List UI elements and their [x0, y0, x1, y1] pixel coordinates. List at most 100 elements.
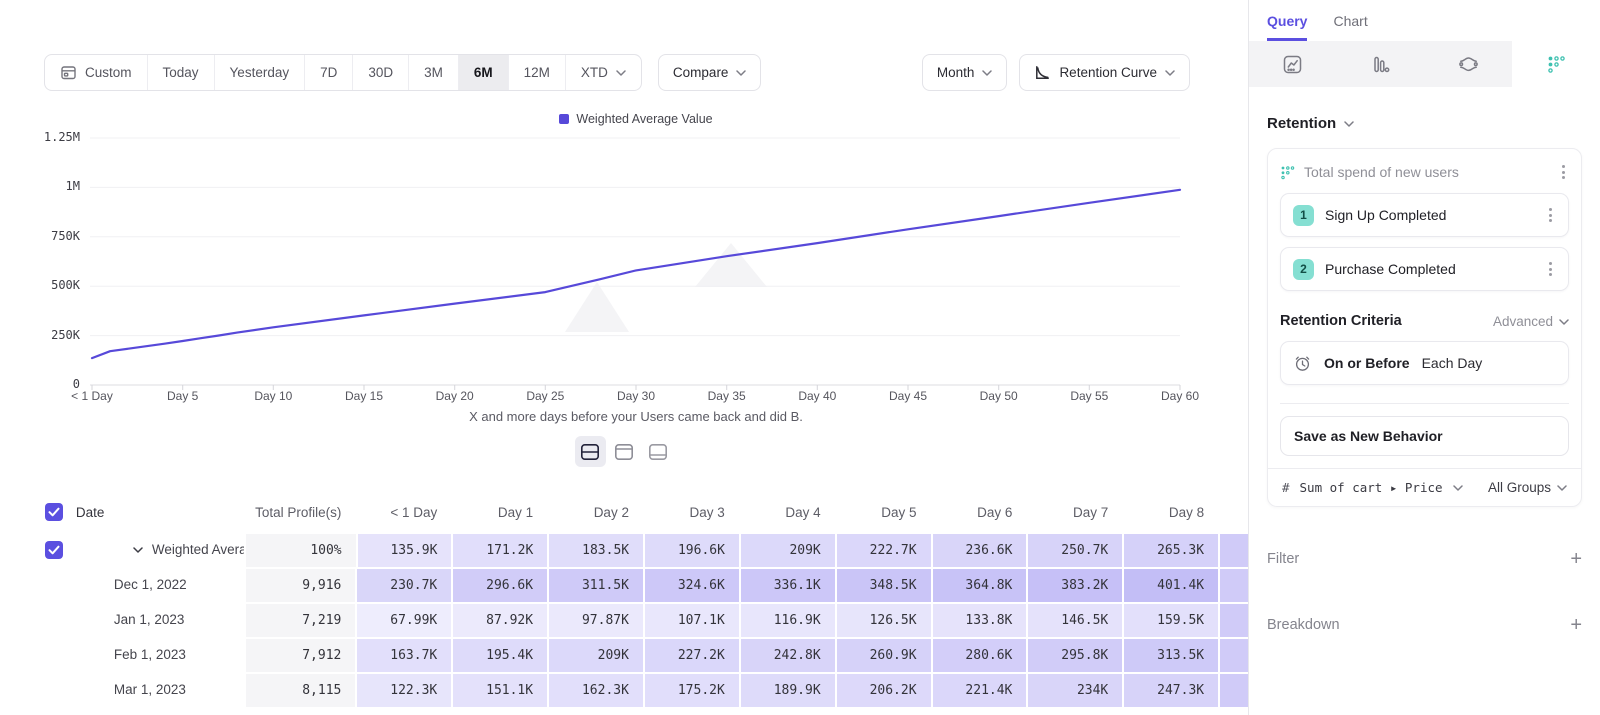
value-cell: 97.87K — [547, 602, 643, 637]
toggle-split-view[interactable] — [575, 436, 606, 467]
range-yesterday[interactable]: Yesterday — [215, 55, 306, 90]
value-cell: 162.3K — [547, 672, 643, 707]
range-30d[interactable]: 30D — [353, 55, 409, 90]
value-cell: 67.99K — [355, 602, 451, 637]
step-number-badge: 2 — [1293, 259, 1314, 280]
behavior-step-row[interactable]: 1Sign Up Completed — [1280, 193, 1569, 237]
profiles-cell: 7,912 — [244, 637, 356, 672]
range-label: 6M — [474, 65, 493, 80]
row-date-cell: Mar 1, 2023 — [76, 672, 244, 707]
value-cell: 242.8K — [739, 637, 835, 672]
range-today[interactable]: Today — [148, 55, 215, 90]
retention-section-dropdown[interactable]: Retention — [1267, 115, 1582, 132]
range-6m[interactable]: 6M — [459, 55, 509, 90]
report-type-strip — [1249, 41, 1600, 87]
value-cell: 195.4K — [451, 637, 547, 672]
column-header-day-2: Day 2 — [547, 492, 643, 532]
y-axis-label: 1.25M — [22, 130, 80, 144]
value-cell: 171.2K — [451, 532, 547, 567]
y-axis-label: 500K — [22, 278, 80, 292]
chevron-down-icon — [1557, 485, 1567, 491]
range-label: Yesterday — [230, 65, 290, 80]
granularity-button[interactable]: Month — [922, 54, 1008, 91]
report-type-insights-icon[interactable] — [1249, 41, 1337, 87]
value-cell: 122.3K — [355, 672, 451, 707]
report-type-retention-icon[interactable] — [1512, 41, 1600, 87]
select-all-checkbox[interactable] — [45, 503, 63, 521]
x-axis-label: < 1 Day — [71, 389, 113, 403]
value-cell: 265.3K — [1122, 532, 1218, 567]
column-header-day-3: Day 3 — [643, 492, 739, 532]
results-table: DateTotal Profile(s)< 1 DayDay 1Day 2Day… — [0, 492, 1248, 707]
row-date-cell: Weighted Average ... — [76, 532, 244, 567]
row-label: Jan 1, 2023 — [114, 612, 185, 627]
chevron-down-icon — [1165, 70, 1175, 76]
row-expander-icon[interactable] — [133, 547, 143, 553]
table-header-row: DateTotal Profile(s)< 1 DayDay 1Day 2Day… — [0, 492, 1248, 532]
behavior-steps: 1Sign Up Completed 2Purchase Completed — [1280, 193, 1569, 291]
toggle-table-only-view[interactable] — [643, 436, 674, 467]
property-selector[interactable]: Sum of cart ▸ Price — [1300, 480, 1443, 495]
range-label: Custom — [85, 65, 132, 80]
kebab-menu-icon[interactable] — [1558, 161, 1569, 183]
x-axis-label: Day 5 — [167, 389, 198, 403]
profiles-cell: 7,219 — [244, 602, 356, 637]
tab-chart[interactable]: Chart — [1333, 13, 1367, 41]
range-custom[interactable]: Custom — [45, 55, 148, 90]
add-filter-button[interactable]: + — [1570, 549, 1582, 569]
column-header-day-7: Day 7 — [1026, 492, 1122, 532]
behavior-step-row[interactable]: 2Purchase Completed — [1280, 247, 1569, 291]
number-property-icon: # — [1282, 480, 1290, 495]
chevron-down-icon — [736, 70, 746, 76]
range-7d[interactable]: 7D — [305, 55, 353, 90]
value-cell: 196.6K — [643, 532, 739, 567]
overflow-cell — [1218, 567, 1248, 602]
value-cell: 163.7K — [355, 637, 451, 672]
clock-icon — [1293, 354, 1312, 373]
value-cell: 126.5K — [835, 602, 931, 637]
range-12m[interactable]: 12M — [509, 55, 566, 90]
date-range-group: Custom Today Yesterday 7D 30D 3M 6M 12MXTD — [44, 54, 642, 91]
section-title: Retention — [1267, 115, 1336, 132]
value-cell: 209K — [547, 637, 643, 672]
value-cell: 222.7K — [835, 532, 931, 567]
range-3m[interactable]: 3M — [409, 55, 459, 90]
row-date-cell: Dec 1, 2022 — [76, 567, 244, 602]
divider — [1280, 403, 1569, 404]
value-cell: 336.1K — [739, 567, 835, 602]
chart-type-button[interactable]: Retention Curve — [1019, 54, 1190, 91]
value-cell: 295.8K — [1026, 637, 1122, 672]
report-type-flows-icon[interactable] — [1425, 41, 1513, 87]
range-label: 7D — [320, 65, 337, 80]
criteria-value: Each Day — [1422, 355, 1483, 371]
step-number-badge: 1 — [1293, 205, 1314, 226]
group-label: All Groups — [1488, 480, 1551, 495]
value-cell: 401.4K — [1122, 567, 1218, 602]
profiles-cell: 9,916 — [244, 567, 356, 602]
range-label: 30D — [368, 65, 393, 80]
value-cell: 260.9K — [835, 637, 931, 672]
value-cell: 87.92K — [451, 602, 547, 637]
row-label: Dec 1, 2022 — [114, 577, 187, 592]
row-checkbox[interactable] — [45, 541, 63, 559]
group-selector[interactable]: All Groups — [1488, 480, 1567, 495]
kebab-menu-icon[interactable] — [1545, 204, 1556, 226]
value-cell: 280.6K — [931, 637, 1027, 672]
compare-button[interactable]: Compare — [658, 54, 762, 91]
row-label: Feb 1, 2023 — [114, 647, 186, 662]
row-label: Mar 1, 2023 — [114, 682, 186, 697]
toggle-chart-only-view[interactable] — [609, 436, 640, 467]
advanced-dropdown[interactable]: Advanced — [1493, 314, 1569, 329]
range-xtd[interactable]: XTD — [566, 55, 641, 90]
value-cell: 206.2K — [835, 672, 931, 707]
tab-query[interactable]: Query — [1267, 13, 1307, 41]
row-select-cell — [0, 602, 76, 637]
add-breakdown-button[interactable]: + — [1570, 615, 1582, 635]
criteria-card[interactable]: On or Before Each Day — [1280, 341, 1569, 385]
report-type-funnels-icon[interactable] — [1337, 41, 1425, 87]
chart-type-label: Retention Curve — [1059, 65, 1157, 80]
save-as-new-behavior-button[interactable]: Save as New Behavior — [1280, 416, 1569, 456]
kebab-menu-icon[interactable] — [1545, 258, 1556, 280]
overflow-cell — [1218, 672, 1248, 707]
filter-row: Filter + — [1267, 549, 1582, 569]
